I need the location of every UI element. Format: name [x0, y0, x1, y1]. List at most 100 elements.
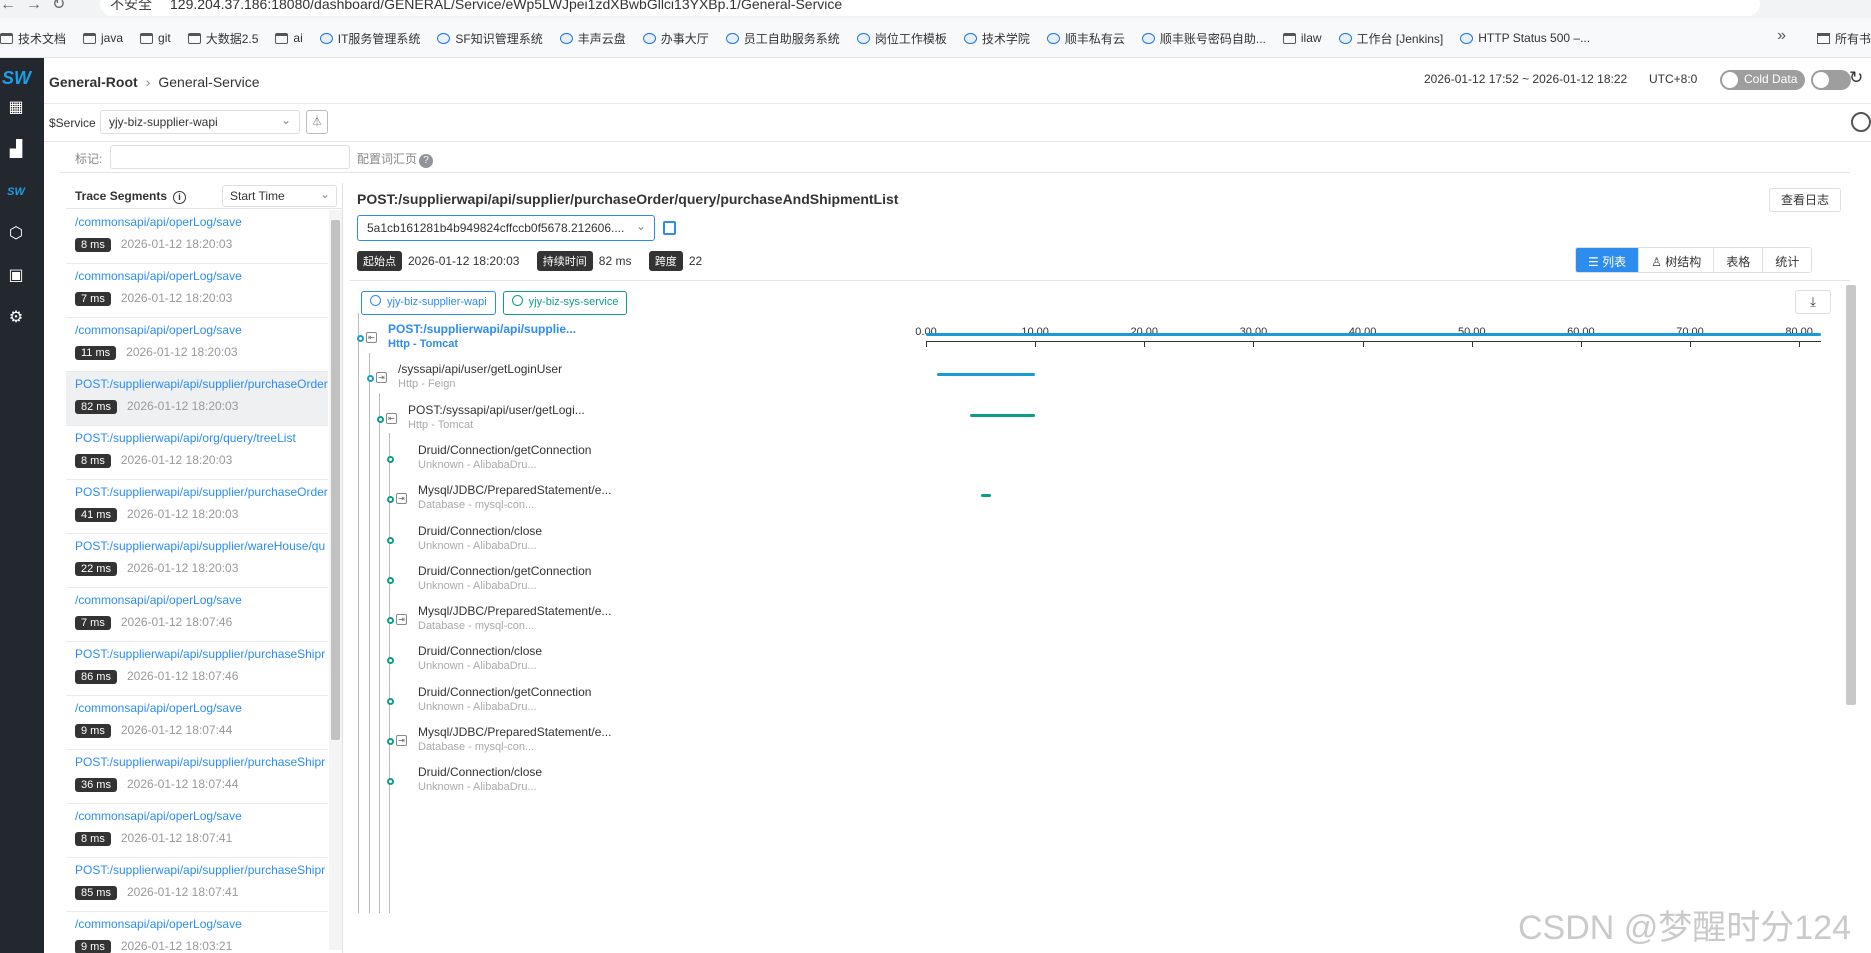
span-name[interactable]: Druid/Connection/getConnection — [418, 564, 591, 578]
breadcrumb-root[interactable]: General-Root — [49, 74, 138, 90]
bookmark-item[interactable]: 大数据2.5 — [187, 18, 258, 57]
segment-endpoint[interactable]: POST:/supplierwapi/api/supplier/purchase… — [75, 647, 328, 661]
span-name[interactable]: Mysql/JDBC/PreparedStatement/e... — [418, 604, 611, 618]
bookmark-item[interactable]: 技术文档 — [0, 18, 66, 57]
segment-item[interactable]: POST:/supplierwapi/api/supplier/purchase… — [66, 750, 328, 804]
copy-icon[interactable] — [663, 221, 676, 235]
segment-item[interactable]: POST:/supplierwapi/api/supplier/purchase… — [66, 372, 328, 426]
span-duration-bar[interactable] — [926, 333, 1821, 336]
segment-item[interactable]: /commonsapi/api/operLog/save 8 ms 2026-01-… — [66, 210, 328, 264]
tab-tree[interactable]: ♙ 树结构 — [1639, 248, 1715, 272]
segment-item[interactable]: POST:/supplierwapi/api/supplier/wareHous… — [66, 534, 328, 588]
span-name[interactable]: Druid/Connection/close — [418, 644, 542, 658]
refresh-icon[interactable]: ↻ — [1849, 68, 1863, 88]
segment-item[interactable]: POST:/supplierwapi/api/supplier/purchase… — [66, 642, 328, 696]
span-duration-bar[interactable] — [969, 413, 1036, 417]
span-name[interactable]: Druid/Connection/close — [418, 765, 542, 779]
bookmark-item[interactable]: 技术学院 — [963, 18, 1030, 57]
bookmark-item[interactable]: git — [140, 18, 171, 57]
view-log-button[interactable]: 查看日志 — [1769, 188, 1841, 212]
segment-time: 2026-01-12 18:03:21 — [120, 939, 233, 953]
vocab-link[interactable]: 配置词汇页? — [357, 150, 434, 168]
segment-item[interactable]: /commonsapi/api/operLog/save 9 ms 2026-01-… — [66, 912, 328, 953]
tab-statistics[interactable]: 统计 — [1763, 248, 1811, 272]
segment-item[interactable]: /commonsapi/api/operLog/save 7 ms 2026-01-… — [66, 264, 328, 318]
span-duration-bar[interactable] — [936, 373, 1036, 377]
span-name[interactable]: Mysql/JDBC/PreparedStatement/e... — [418, 483, 611, 497]
bookmark-item[interactable]: 顺丰私有云 — [1046, 18, 1125, 57]
all-bookmarks[interactable]: 所有书 — [1816, 18, 1871, 57]
service-tag-wapi[interactable]: yjy-biz-supplier-wapi — [361, 291, 496, 315]
segment-endpoint[interactable]: /commonsapi/api/operLog/save — [75, 809, 328, 823]
sort-select[interactable]: Start Time ⌄ — [222, 185, 337, 207]
bookmark-item[interactable]: java — [83, 18, 123, 57]
bookmark-item[interactable]: 工作台 [Jenkins] — [1338, 18, 1443, 57]
segment-item[interactable]: /commonsapi/api/operLog/save 8 ms 2026-01-… — [66, 804, 328, 858]
topology-icon[interactable]: ⏃ — [306, 110, 328, 134]
segment-item[interactable]: POST:/supplierwapi/api/org/query/treeLis… — [66, 426, 328, 480]
segment-item[interactable]: /commonsapi/api/operLog/save 9 ms 2026-01-… — [66, 696, 328, 750]
span-name[interactable]: Mysql/JDBC/PreparedStatement/e... — [418, 725, 611, 739]
segment-endpoint[interactable]: /commonsapi/api/operLog/save — [75, 593, 328, 607]
bookmark-item[interactable]: ilaw — [1282, 18, 1322, 57]
span-name[interactable]: POST:/syssapi/api/user/getLogi... — [408, 403, 585, 417]
span-name[interactable]: Druid/Connection/getConnection — [418, 685, 591, 699]
segment-endpoint[interactable]: /commonsapi/api/operLog/save — [75, 215, 328, 229]
help-icon[interactable]: ? — [419, 154, 434, 168]
segment-endpoint[interactable]: /commonsapi/api/operLog/save — [75, 269, 328, 283]
bookmark-item[interactable]: 员工自助服务系统 — [725, 18, 840, 57]
span-row[interactable]: Druid/Connection/close Unknown - AlibabaD… — [350, 760, 910, 808]
detail-scrollbar[interactable] — [1845, 283, 1857, 953]
bookmark-item[interactable]: HTTP Status 500 –... — [1460, 18, 1590, 57]
segment-endpoint[interactable]: POST:/supplierwapi/api/org/query/treeLis… — [75, 431, 328, 445]
widgets-icon[interactable]: ▣ — [6, 266, 26, 286]
service-select[interactable]: yjy-biz-supplier-wapi ⌄ — [100, 110, 300, 134]
tab-table[interactable]: 表格 — [1714, 248, 1764, 272]
segment-endpoint[interactable]: POST:/supplierwapi/api/supplier/purchase… — [75, 377, 328, 391]
marks-input[interactable] — [110, 145, 350, 169]
chart-icon[interactable]: ▟ — [6, 140, 26, 160]
bookmark-item[interactable]: SF知识管理系统 — [437, 18, 543, 57]
span-name[interactable]: /syssapi/api/user/getLoginUser — [398, 362, 562, 376]
segment-endpoint[interactable]: POST:/supplierwapi/api/supplier/purchase… — [75, 485, 328, 499]
breadcrumb-service[interactable]: General-Service — [158, 74, 259, 90]
bookmark-item[interactable]: 办事大厅 — [642, 18, 709, 57]
segment-endpoint[interactable]: POST:/supplierwapi/api/supplier/purchase… — [75, 755, 328, 769]
segment-item[interactable]: POST:/supplierwapi/api/supplier/purchase… — [66, 858, 328, 912]
bookmark-item[interactable]: 丰声云盘 — [559, 18, 626, 57]
theme-toggle[interactable] — [1811, 70, 1851, 90]
bookmark-item[interactable]: IT服务管理系统 — [319, 18, 420, 57]
segment-endpoint[interactable]: /commonsapi/api/operLog/save — [75, 701, 328, 715]
more-bookmarks-icon[interactable]: » — [1777, 27, 1786, 45]
span-name[interactable]: POST:/supplierwapi/api/supplie... — [388, 322, 576, 336]
span-duration-bar[interactable] — [980, 494, 992, 498]
span-name[interactable]: Druid/Connection/getConnection — [418, 443, 591, 457]
segments-scrollbar[interactable] — [329, 210, 342, 950]
bookmark-item[interactable]: 顺丰账号密码自助... — [1141, 18, 1266, 57]
skywalking-mark-icon[interactable]: SW — [6, 182, 26, 202]
bookmark-item[interactable]: ai — [275, 18, 303, 57]
circle-icon[interactable] — [1851, 112, 1871, 132]
segment-endpoint[interactable]: /commonsapi/api/operLog/save — [75, 323, 328, 337]
segment-endpoint[interactable]: /commonsapi/api/operLog/save — [75, 917, 328, 931]
url-field[interactable]: 不安全 129.204.37.186:18080/dashboard/GENERA… — [100, 0, 1760, 16]
alarm-icon[interactable]: ⬡ — [6, 224, 26, 244]
nav-arrows-icon[interactable]: ←→↻ — [0, 0, 75, 14]
trace-id-select[interactable]: 5a1cb161281b4b949824cffccb0f5678.212606.… — [357, 215, 655, 241]
segment-endpoint[interactable]: POST:/supplierwapi/api/supplier/wareHous… — [75, 539, 328, 553]
download-icon[interactable]: ⤓ — [1795, 290, 1831, 314]
gear-icon[interactable]: ⚙ — [6, 308, 26, 328]
info-icon[interactable]: i — [173, 191, 187, 204]
span-name[interactable]: Druid/Connection/close — [418, 524, 542, 538]
segment-item[interactable]: /commonsapi/api/operLog/save 11 ms 2026-01… — [66, 318, 328, 372]
time-range[interactable]: 2026-01-12 17:52 ~ 2026-01-12 18:22 — [1424, 72, 1627, 86]
cold-data-toggle[interactable]: Cold Data — [1720, 70, 1806, 90]
dashboard-icon[interactable]: ▦ — [6, 98, 26, 118]
bookmark-item[interactable]: 岗位工作模板 — [856, 18, 947, 57]
segment-endpoint[interactable]: POST:/supplierwapi/api/supplier/purchase… — [75, 863, 328, 877]
segment-item[interactable]: /commonsapi/api/operLog/save 7 ms 2026-01-… — [66, 588, 328, 642]
service-tag-sys[interactable]: yjy-biz-sys-service — [502, 291, 628, 315]
tab-list[interactable]: ☰ 列表 — [1576, 248, 1640, 272]
segment-item[interactable]: POST:/supplierwapi/api/supplier/purchase… — [66, 480, 328, 534]
segment-duration: 7 ms — [75, 292, 111, 306]
